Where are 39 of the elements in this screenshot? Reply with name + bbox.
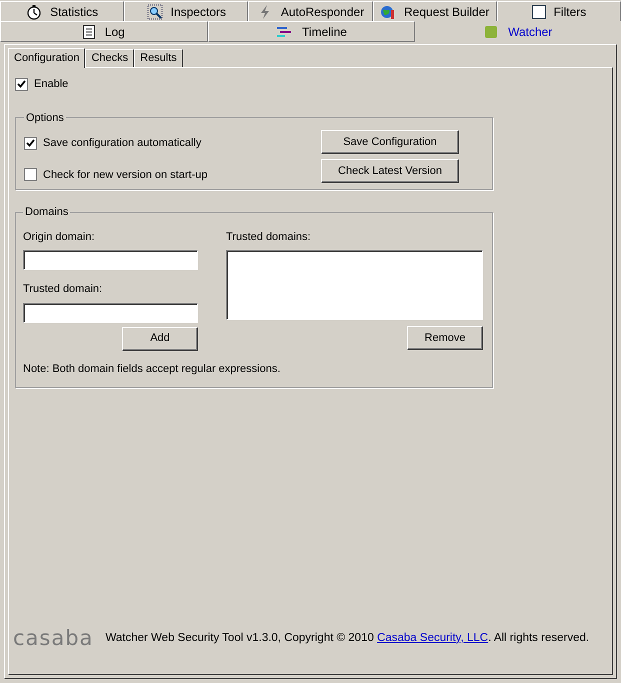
checkbox[interactable] <box>24 168 37 182</box>
checkbox-icon <box>532 4 546 18</box>
action-button[interactable]: Save Configuration <box>321 130 459 154</box>
timeline-icon <box>276 26 292 38</box>
group-title: Domains <box>24 205 70 220</box>
tab[interactable]: Checks <box>85 49 134 67</box>
square-icon <box>484 24 498 38</box>
checkbox[interactable] <box>15 78 28 91</box>
tab[interactable]: Timeline <box>208 21 416 42</box>
tab[interactable]: Configuration <box>8 48 86 68</box>
checkbox-label: Save configuration automatically <box>43 136 202 151</box>
document-icon <box>82 24 95 38</box>
input-field[interactable] <box>23 302 198 322</box>
remove-button[interactable]: Remove <box>407 326 483 350</box>
checkbox-label: Check for new version on start-up <box>43 168 208 182</box>
field-label: Trusted domain: <box>23 282 104 297</box>
tab[interactable]: AutoResponder <box>248 1 373 21</box>
tab[interactable]: Results <box>134 49 183 67</box>
tab[interactable]: Request Builder <box>372 1 497 21</box>
checkbox-label: Enable <box>34 77 68 92</box>
list-box[interactable] <box>226 250 483 320</box>
group-title: Options <box>25 110 65 126</box>
field-label: Trusted domains: <box>226 230 312 244</box>
action-button[interactable]: Check Latest Version <box>321 159 459 183</box>
copyright-text: Watcher Web Security Tool v1.3.0, Copyright © 2010 Casaba Security, LLC. All rights reserved. <box>105 630 590 646</box>
tab[interactable]: Log <box>0 21 208 42</box>
magnifier-icon <box>146 4 163 20</box>
tab[interactable]: Inspectors <box>124 1 248 21</box>
input-field[interactable] <box>23 250 198 270</box>
tab[interactable]: Filters <box>496 1 621 21</box>
globe-icon <box>380 4 396 20</box>
note-text: Note: Both domain fields accept regular expressions. <box>23 362 282 376</box>
stopwatch-icon <box>26 4 42 20</box>
field-label: Origin domain: <box>23 230 96 244</box>
logo: casaba <box>13 624 94 652</box>
tab[interactable]: Statistics <box>0 1 124 21</box>
add-button[interactable]: Add <box>122 326 198 350</box>
company-link[interactable]: Casaba Security, LLC <box>377 632 488 644</box>
checkbox[interactable] <box>24 136 37 150</box>
